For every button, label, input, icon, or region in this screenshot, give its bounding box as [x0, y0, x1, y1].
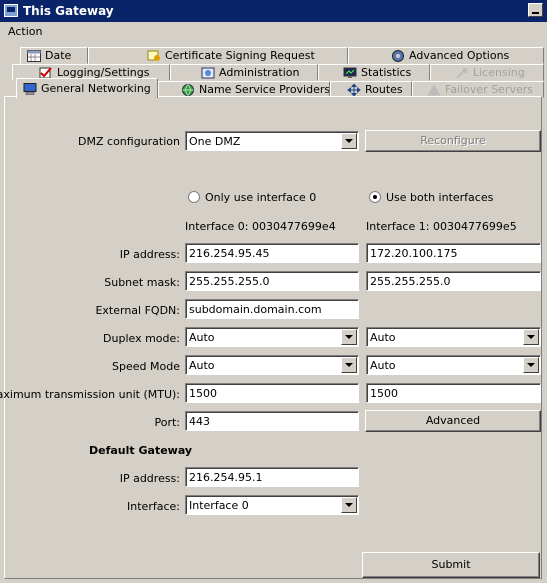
gateway-ip-address-label: IP address:: [119, 472, 180, 485]
gateway-interface-label: Interface:: [127, 500, 180, 513]
warning-icon: [427, 84, 441, 95]
use-both-interfaces-label: Use both interfaces: [386, 191, 494, 204]
subnet-mask-label: Subnet mask:: [104, 276, 180, 289]
key-icon: [456, 67, 468, 79]
mtu-label: Maximum transmission unit (MTU):: [0, 388, 180, 401]
chevron-down-icon[interactable]: [523, 329, 539, 345]
window-title: This Gateway: [23, 4, 114, 18]
chevron-down-icon[interactable]: [341, 329, 357, 345]
external-fqdn-label: External FQDN:: [95, 304, 180, 317]
reconfigure-button[interactable]: Reconfigure: [365, 130, 541, 152]
interface-0-duplex-mode-select[interactable]: Auto: [185, 327, 359, 347]
ip-address-label: IP address:: [119, 248, 180, 261]
chevron-down-icon[interactable]: [341, 497, 357, 513]
dmz-configuration-select[interactable]: One DMZ: [185, 131, 359, 151]
tab-statistics[interactable]: Statistics: [318, 64, 430, 81]
tab-administration[interactable]: Administration: [170, 64, 318, 81]
interface-0-header: Interface 0: 0030477699e4: [185, 220, 336, 233]
monitor-icon: [343, 67, 357, 78]
minimize-button[interactable]: [528, 3, 543, 17]
interface-0-mtu-field[interactable]: 1500: [185, 383, 359, 403]
admin-icon: [201, 67, 215, 78]
chevron-down-icon[interactable]: [523, 357, 539, 373]
title-bar: This Gateway: [0, 0, 547, 22]
globe-icon: [182, 83, 194, 96]
external-fqdn-field[interactable]: subdomain.domain.com: [185, 299, 359, 319]
interface-1-ip-address-field[interactable]: 172.20.100.175: [366, 243, 541, 263]
computer-icon: [23, 82, 37, 95]
interface-0-subnet-mask-field[interactable]: 255.255.255.0: [185, 271, 359, 291]
arrows-icon: [347, 83, 361, 96]
interface-1-header: Interface 1: 0030477699e5: [366, 220, 517, 233]
interface-0-speed-mode-select[interactable]: Auto: [185, 355, 359, 375]
chevron-down-icon[interactable]: [341, 133, 357, 149]
gateway-interface-select[interactable]: Interface 0: [185, 495, 359, 515]
duplex-mode-label: Duplex mode:: [103, 332, 180, 345]
use-both-interfaces-radio[interactable]: [369, 191, 381, 203]
interface-1-subnet-mask-field[interactable]: 255.255.255.0: [366, 271, 541, 291]
interface-1-duplex-mode-select[interactable]: Auto: [366, 327, 541, 347]
port-label: Port:: [154, 416, 180, 429]
calendar-icon: [27, 49, 41, 62]
tab-advanced-options[interactable]: Advanced Options: [348, 47, 544, 64]
interface-1-mtu-field[interactable]: 1500: [366, 383, 541, 403]
speed-mode-label: Speed Mode: [112, 360, 180, 373]
advanced-button[interactable]: Advanced: [365, 410, 541, 432]
interface-1-speed-mode-select[interactable]: Auto: [366, 355, 541, 375]
gateway-ip-address-field[interactable]: 216.254.95.1: [185, 467, 359, 487]
default-gateway-header: Default Gateway: [89, 444, 193, 457]
submit-button[interactable]: Submit: [362, 552, 540, 578]
certificate-icon: [147, 50, 160, 61]
only-interface-0-radio[interactable]: [188, 191, 200, 203]
dmz-configuration-label: DMZ configuration: [78, 135, 180, 148]
tab-general-networking[interactable]: General Networking: [16, 78, 158, 98]
tab-licensing[interactable]: Licensing: [430, 64, 544, 81]
menu-bar: Action: [0, 22, 547, 42]
chevron-down-icon[interactable]: [341, 357, 357, 373]
port-field[interactable]: 443: [185, 411, 359, 431]
only-interface-0-label: Only use interface 0: [205, 191, 317, 204]
tab-date[interactable]: Date: [20, 47, 88, 64]
interface-0-ip-address-field[interactable]: 216.254.95.45: [185, 243, 359, 263]
window-icon: [4, 4, 18, 17]
menu-action[interactable]: Action: [8, 25, 42, 38]
globe-gear-icon: [392, 49, 404, 62]
tab-certificate-signing-request[interactable]: Certificate Signing Request: [88, 47, 348, 64]
checkmark-log-icon: [39, 66, 52, 78]
